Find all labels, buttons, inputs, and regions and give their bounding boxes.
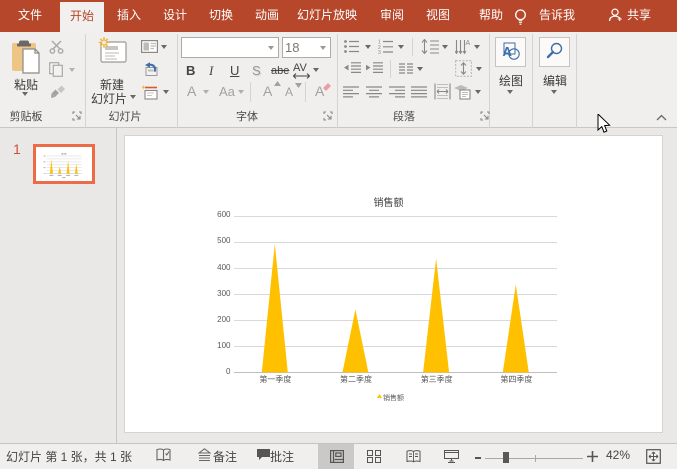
svg-text:3: 3 (378, 50, 381, 54)
svg-text:A: A (503, 44, 513, 59)
svg-text:A: A (466, 40, 471, 47)
